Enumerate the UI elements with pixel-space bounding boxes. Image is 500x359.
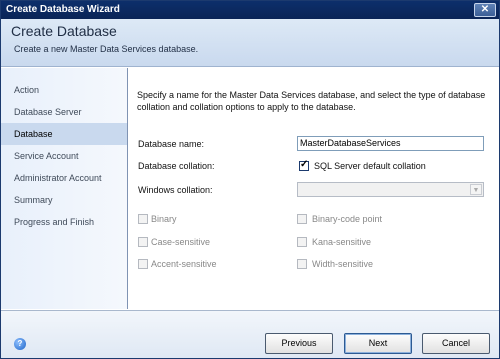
case-sensitive-checkbox[interactable]	[138, 237, 148, 247]
accent-sensitive-label: Accent-sensitive	[151, 259, 217, 269]
case-sensitive-label: Case-sensitive	[151, 237, 211, 247]
kana-sensitive-checkbox[interactable]	[297, 237, 307, 247]
binary-code-point-label: Binary-code point	[312, 214, 383, 224]
nav-item-database-server[interactable]: Database Server	[1, 101, 127, 123]
windows-collation-label: Windows collation:	[138, 185, 213, 195]
width-sensitive-label: Width-sensitive	[312, 259, 374, 269]
wizard-steps-nav: Action Database Server Database Service …	[1, 68, 128, 309]
nav-item-administrator-account[interactable]: Administrator Account	[1, 167, 127, 189]
intro-text: Specify a name for the Master Data Servi…	[137, 90, 486, 112]
binary-label: Binary	[151, 214, 177, 224]
width-sensitive-checkbox[interactable]	[297, 259, 307, 269]
page-title: Create Database	[11, 23, 117, 39]
close-button[interactable]: ✕	[474, 3, 496, 17]
button-bar: ? Previous Next Cancel	[1, 310, 499, 358]
close-icon: ✕	[480, 4, 490, 15]
kana-sensitive-label: Kana-sensitive	[312, 237, 372, 247]
chevron-down-icon: ▼	[470, 184, 482, 195]
database-name-input[interactable]: MasterDatabaseServices	[297, 136, 484, 151]
wizard-header: Create Database Create a new Master Data…	[1, 19, 499, 67]
nav-item-database[interactable]: Database	[1, 123, 127, 145]
next-button[interactable]: Next	[344, 333, 412, 354]
sql-default-collation-checkbox[interactable]	[299, 159, 309, 171]
help-icon[interactable]: ?	[14, 338, 26, 350]
nav-item-progress-and-finish[interactable]: Progress and Finish	[1, 211, 127, 233]
database-name-label: Database name:	[138, 139, 205, 149]
binary-checkbox[interactable]	[138, 214, 148, 224]
previous-button[interactable]: Previous	[265, 333, 333, 354]
title-bar: Create Database Wizard ✕	[1, 1, 499, 19]
accent-sensitive-checkbox[interactable]	[138, 259, 148, 269]
sql-default-collation-label: SQL Server default collation	[314, 161, 426, 171]
windows-collation-select[interactable]: ▼	[297, 182, 484, 197]
cancel-button[interactable]: Cancel	[422, 333, 490, 354]
wizard-window: Create Database Wizard ✕ Create Database…	[0, 0, 500, 359]
nav-item-action[interactable]: Action	[1, 79, 127, 101]
database-collation-label: Database collation:	[138, 161, 215, 171]
page-subtitle: Create a new Master Data Services databa…	[14, 44, 199, 54]
binary-code-point-checkbox[interactable]	[297, 214, 307, 224]
nav-item-summary[interactable]: Summary	[1, 189, 127, 211]
content-panel: Specify a name for the Master Data Servi…	[129, 68, 499, 309]
nav-item-service-account[interactable]: Service Account	[1, 145, 127, 167]
window-title: Create Database Wizard	[6, 4, 120, 15]
